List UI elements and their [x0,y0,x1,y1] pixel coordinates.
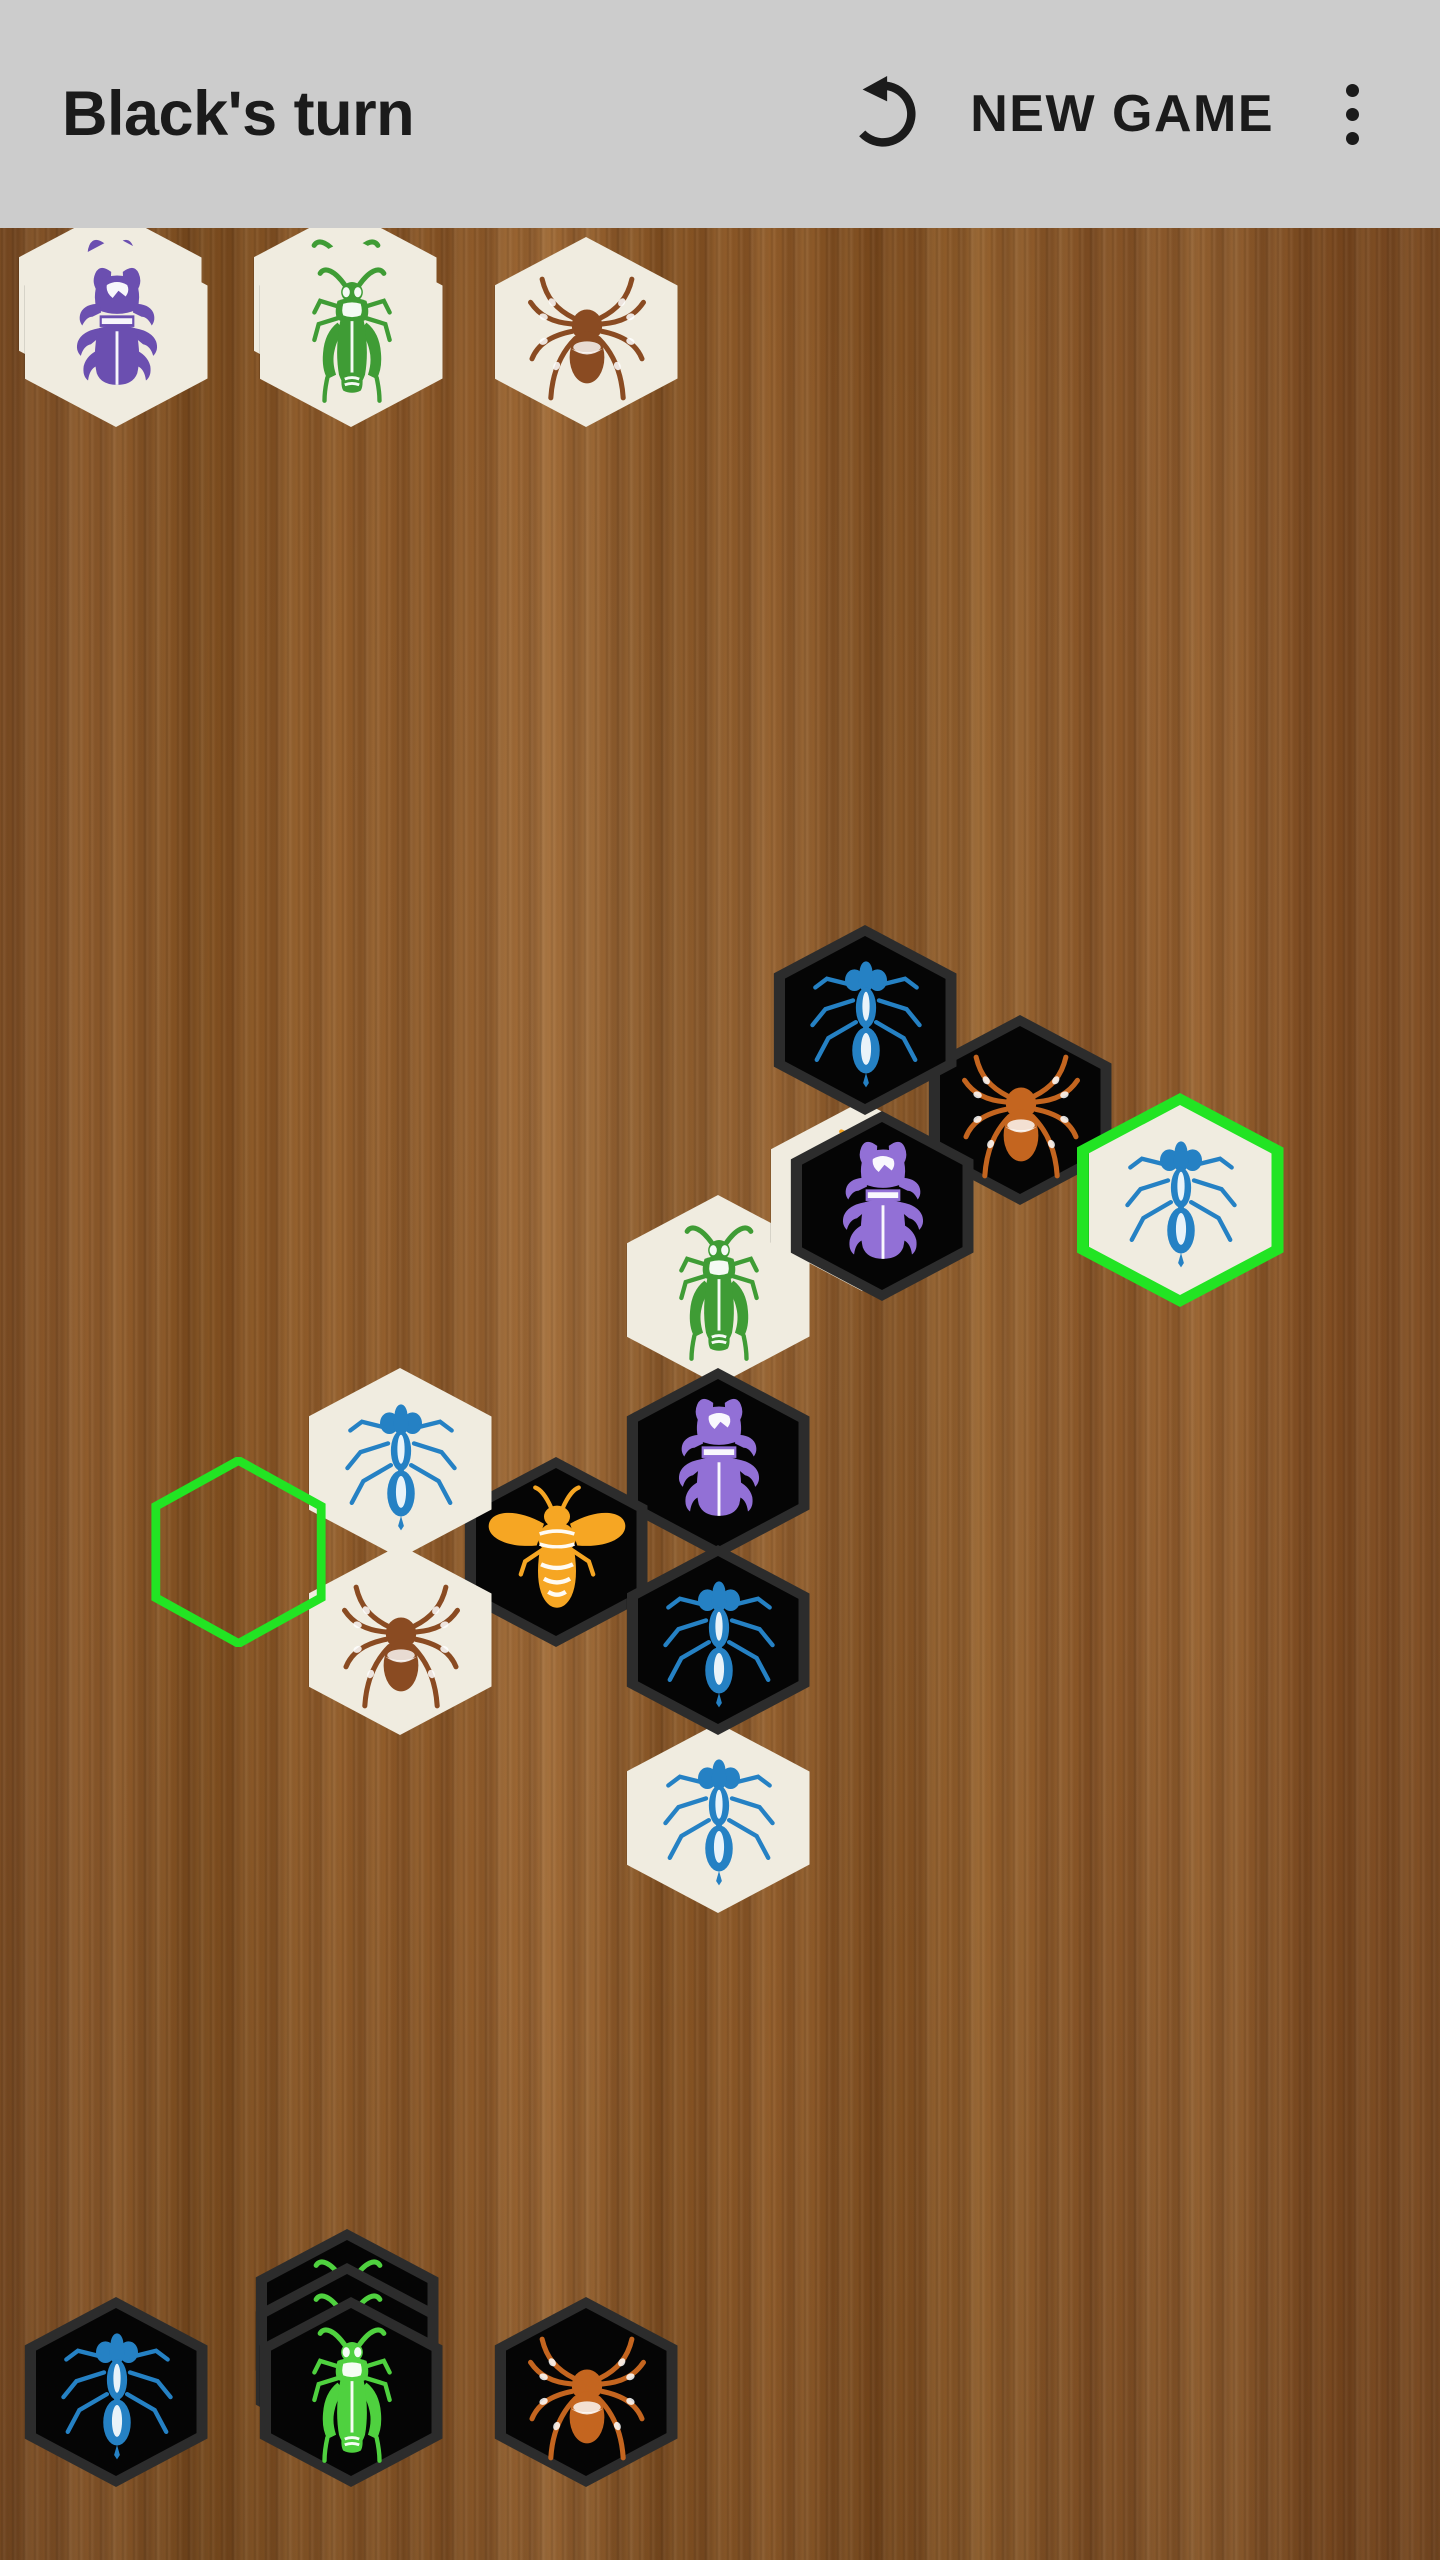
hand-tile-black-grasshopper[interactable] [259,2297,443,2487]
new-game-button[interactable]: NEW GAME [940,84,1304,144]
undo-rotate-icon[interactable] [822,55,940,173]
overflow-menu-icon[interactable] [1304,55,1400,173]
board-tile-white-ant-right[interactable] [1076,1093,1284,1307]
board-tile-black-beetle-mid[interactable] [626,1368,810,1558]
board-tile-white-ant-bottom[interactable] [626,1723,810,1913]
board-empty-cell-empty-left[interactable] [147,1457,330,1647]
hand-tile-white-grasshopper[interactable] [259,237,443,427]
hand-tile-white-beetle[interactable] [24,237,208,427]
tile-face [494,237,678,427]
tile-face [259,237,443,427]
tile-face [626,1723,810,1913]
tile-face [24,237,208,427]
overflow-dot-3 [1345,131,1359,145]
hand-tile-black-spider[interactable] [494,2297,678,2487]
tile-face [308,1368,492,1558]
hand-tile-white-spider[interactable] [494,237,678,427]
board-tile-black-beetle-stacked[interactable] [790,1111,974,1301]
board-tile-black-ant-mid[interactable] [626,1545,810,1735]
overflow-dot-1 [1345,83,1359,97]
turn-status-label: Black's turn [62,79,415,149]
board-tile-white-ant-left[interactable] [308,1368,492,1558]
app-bar: Black's turn NEW GAME [0,0,1440,228]
overflow-dot-2 [1345,107,1359,121]
board-tile-black-ant-top[interactable] [773,925,957,1115]
tile-face [308,1545,492,1735]
hand-tile-black-ant[interactable] [24,2297,208,2487]
board-tile-white-spider[interactable] [308,1545,492,1735]
board-tile-black-queen[interactable] [464,1457,648,1647]
